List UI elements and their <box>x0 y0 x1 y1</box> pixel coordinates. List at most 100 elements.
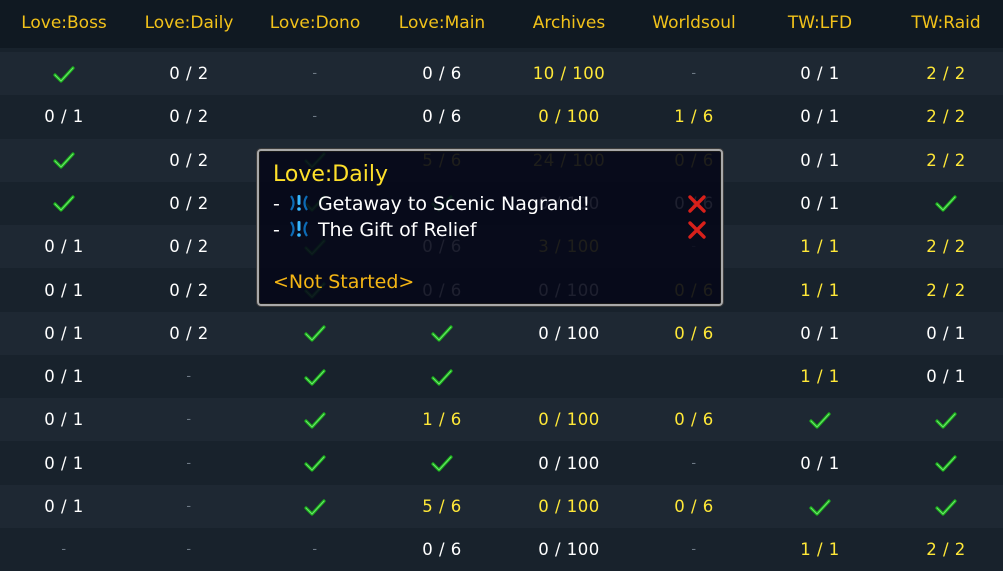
progress-cell[interactable]: 2 / 2 <box>883 95 1003 138</box>
not-applicable-cell[interactable]: - <box>126 398 252 441</box>
progress-cell[interactable]: 2 / 2 <box>883 225 1003 268</box>
progress-cell[interactable]: 0 / 100 <box>506 528 632 571</box>
character-row[interactable]: 0 / 2-0 / 6 10 / 100-0 / 12 / 2 <box>0 52 1003 95</box>
complete-check-icon[interactable] <box>757 398 883 441</box>
progress-cell[interactable]: 0 / 1 <box>757 52 883 95</box>
progress-cell[interactable]: 0 / 1 <box>883 355 1003 398</box>
column-header[interactable]: TW:LFD <box>757 12 883 34</box>
tooltip-quest-line: - Getaway to Scenic Nagrand! <box>273 192 590 219</box>
character-row[interactable]: 0 / 1-0 / 100-0 / 1 <box>0 442 1003 485</box>
column-header[interactable]: Archives <box>506 12 632 34</box>
red-x-icon <box>687 220 707 244</box>
quest-available-icon <box>288 193 310 219</box>
column-header[interactable]: Love:Boss <box>1 12 127 34</box>
progress-cell[interactable]: 10 / 100 <box>506 52 632 95</box>
not-applicable-cell[interactable]: - <box>1 528 127 571</box>
progress-cell[interactable]: 0 / 1 <box>1 355 127 398</box>
column-header[interactable]: TW:Raid <box>883 12 1003 34</box>
not-applicable-cell[interactable]: - <box>631 52 757 95</box>
progress-cell[interactable]: 0 / 1 <box>1 485 127 528</box>
progress-cell[interactable]: 0 / 1 <box>757 139 883 182</box>
not-applicable-cell[interactable]: - <box>252 528 378 571</box>
quest-name: The Gift of Relief <box>317 219 477 241</box>
progress-cell[interactable]: 0 / 6 <box>379 52 505 95</box>
progress-cell[interactable]: 0 / 100 <box>506 95 632 138</box>
progress-cell[interactable]: 1 / 1 <box>757 269 883 312</box>
complete-check-icon[interactable] <box>1 182 127 225</box>
progress-cell[interactable]: 0 / 1 <box>1 398 127 441</box>
complete-check-icon[interactable] <box>252 355 378 398</box>
not-applicable-cell[interactable]: - <box>631 528 757 571</box>
progress-cell[interactable]: 2 / 2 <box>883 528 1003 571</box>
progress-cell[interactable]: 0 / 2 <box>126 182 252 225</box>
complete-check-icon[interactable] <box>379 312 505 355</box>
complete-check-icon[interactable] <box>757 485 883 528</box>
complete-check-icon[interactable] <box>1 139 127 182</box>
progress-cell[interactable]: 2 / 2 <box>883 52 1003 95</box>
progress-cell[interactable]: 1 / 6 <box>631 95 757 138</box>
progress-cell[interactable]: 1 / 1 <box>757 225 883 268</box>
character-row[interactable]: 0 / 1- 5 / 60 / 100 0 / 6 <box>0 485 1003 528</box>
column-header[interactable]: Love:Dono <box>252 12 378 34</box>
progress-cell[interactable]: 0 / 1 <box>757 312 883 355</box>
progress-cell[interactable]: 0 / 1 <box>883 312 1003 355</box>
progress-cell[interactable]: 0 / 100 <box>506 442 632 485</box>
progress-cell[interactable]: 0 / 6 <box>379 528 505 571</box>
tooltip-title: Love:Daily <box>273 162 388 187</box>
progress-cell[interactable]: 0 / 6 <box>631 398 757 441</box>
progress-cell[interactable]: 0 / 1 <box>1 95 127 138</box>
progress-cell[interactable]: 5 / 6 <box>379 485 505 528</box>
complete-check-icon[interactable] <box>883 485 1003 528</box>
progress-cell[interactable]: 0 / 1 <box>1 225 127 268</box>
complete-check-icon[interactable] <box>252 442 378 485</box>
progress-cell[interactable]: 0 / 1 <box>1 269 127 312</box>
progress-cell[interactable]: 1 / 6 <box>379 398 505 441</box>
column-header[interactable]: Love:Main <box>379 12 505 34</box>
progress-cell[interactable]: 0 / 2 <box>126 225 252 268</box>
complete-check-icon[interactable] <box>1 52 127 95</box>
character-row[interactable]: 0 / 1-1 / 10 / 1 <box>0 355 1003 398</box>
quest-prefix: - <box>273 193 286 215</box>
progress-cell[interactable]: 0 / 2 <box>126 139 252 182</box>
progress-cell[interactable]: 1 / 1 <box>757 528 883 571</box>
progress-cell[interactable]: 2 / 2 <box>883 269 1003 312</box>
character-row[interactable]: 0 / 10 / 2-0 / 60 / 100 1 / 60 / 12 / 2 <box>0 95 1003 138</box>
complete-check-icon[interactable] <box>252 312 378 355</box>
complete-check-icon[interactable] <box>883 182 1003 225</box>
progress-cell[interactable]: 0 / 100 <box>506 398 632 441</box>
complete-check-icon[interactable] <box>379 355 505 398</box>
column-header[interactable]: Love:Daily <box>126 12 252 34</box>
progress-cell[interactable]: 0 / 1 <box>757 442 883 485</box>
progress-cell[interactable]: 0 / 6 <box>631 485 757 528</box>
progress-cell[interactable]: 0 / 1 <box>1 312 127 355</box>
complete-check-icon[interactable] <box>252 398 378 441</box>
progress-cell[interactable]: 0 / 2 <box>126 269 252 312</box>
progress-cell[interactable]: 0 / 6 <box>631 312 757 355</box>
character-row[interactable]: ---0 / 60 / 100-1 / 12 / 2 <box>0 528 1003 571</box>
not-applicable-cell[interactable]: - <box>126 528 252 571</box>
progress-cell[interactable]: 0 / 6 <box>379 95 505 138</box>
complete-check-icon[interactable] <box>379 442 505 485</box>
not-applicable-cell[interactable]: - <box>126 485 252 528</box>
progress-cell[interactable]: 1 / 1 <box>757 355 883 398</box>
character-row[interactable]: 0 / 1- 1 / 60 / 100 0 / 6 <box>0 398 1003 442</box>
complete-check-icon[interactable] <box>252 485 378 528</box>
progress-cell[interactable]: 0 / 1 <box>757 95 883 138</box>
not-applicable-cell[interactable]: - <box>126 355 252 398</box>
complete-check-icon[interactable] <box>883 398 1003 441</box>
not-applicable-cell[interactable]: - <box>631 442 757 485</box>
progress-cell[interactable]: 0 / 100 <box>506 485 632 528</box>
not-applicable-cell[interactable]: - <box>252 95 378 138</box>
progress-cell[interactable]: 0 / 2 <box>126 312 252 355</box>
progress-cell[interactable]: 0 / 1 <box>1 442 127 485</box>
progress-cell[interactable]: 0 / 1 <box>757 182 883 225</box>
complete-check-icon[interactable] <box>883 442 1003 485</box>
progress-cell[interactable]: 0 / 100 <box>506 312 632 355</box>
progress-cell[interactable]: 2 / 2 <box>883 139 1003 182</box>
not-applicable-cell[interactable]: - <box>252 52 378 95</box>
progress-cell[interactable]: 0 / 2 <box>126 95 252 138</box>
not-applicable-cell[interactable]: - <box>126 442 252 485</box>
progress-cell[interactable]: 0 / 2 <box>126 52 252 95</box>
character-row[interactable]: 0 / 10 / 20 / 100 0 / 60 / 10 / 1 <box>0 311 1003 355</box>
column-header[interactable]: Worldsoul <box>631 12 757 34</box>
